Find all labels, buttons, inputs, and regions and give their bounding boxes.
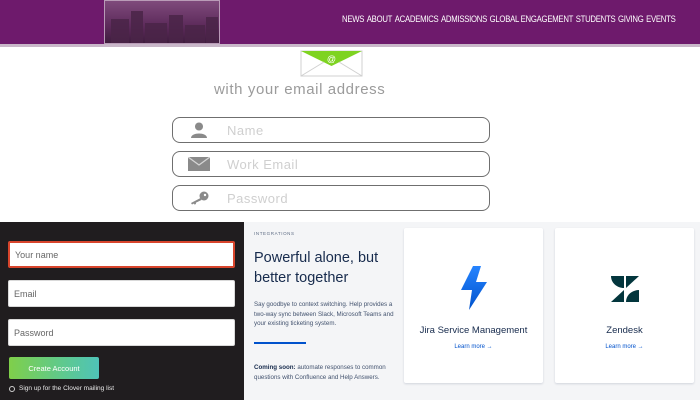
nav-item-admissions[interactable]: ADMISSIONS	[441, 14, 487, 24]
integrations-headline: Powerful alone, but better together	[254, 250, 379, 286]
name-input[interactable]	[225, 121, 469, 139]
integrations-description: Say goodbye to context switching. Help p…	[254, 301, 394, 327]
learn-more-link[interactable]: Learn more →	[555, 344, 694, 350]
email-input[interactable]	[8, 280, 235, 307]
accent-divider	[254, 342, 306, 344]
card-title: Jira Service Management	[419, 325, 528, 336]
key-icon	[188, 190, 210, 206]
svg-text:@: @	[327, 54, 336, 64]
create-account-button[interactable]: Create Account	[9, 357, 99, 379]
main-nav: NEWS ABOUT ACADEMICS ADMISSIONS GLOBAL E…	[342, 14, 676, 24]
name-field[interactable]	[172, 117, 490, 143]
envelope-icon	[188, 156, 210, 172]
password-field[interactable]	[172, 185, 490, 211]
email-tagline: with your email address	[214, 81, 386, 98]
dark-password-input[interactable]	[8, 319, 235, 346]
user-icon	[188, 122, 210, 138]
mailing-list-option[interactable]: Sign up for the Clover mailing list	[9, 385, 114, 392]
nav-item-news[interactable]: NEWS	[342, 14, 364, 24]
mailing-list-label: Sign up for the Clover mailing list	[19, 385, 115, 392]
nav-item-events[interactable]: EVENTS	[646, 14, 676, 24]
nav-item-giving[interactable]: GIVING	[618, 14, 644, 24]
nav-item-academics[interactable]: ACADEMICS	[395, 14, 439, 24]
jira-service-management-card[interactable]: Jira Service Management Learn more →	[404, 228, 543, 383]
nav-item-global-engagement[interactable]: GLOBAL ENGAGEMENT	[490, 14, 574, 24]
integrations-overline: INTEGRATIONS	[254, 231, 295, 236]
mailing-list-radio[interactable]	[9, 385, 15, 392]
nav-item-students[interactable]: STUDENTS	[576, 14, 616, 24]
nav-item-about[interactable]: ABOUT	[367, 14, 393, 24]
bolt-icon	[460, 266, 487, 310]
password-input[interactable]	[225, 189, 469, 207]
zendesk-card[interactable]: Zendesk Learn more →	[555, 228, 694, 383]
top-nav-bar: NEWS ABOUT ACADEMICS ADMISSIONS GLOBAL E…	[0, 0, 700, 47]
zendesk-icon	[610, 276, 639, 302]
work-email-input[interactable]	[225, 155, 469, 173]
email-at-icon: @	[300, 50, 363, 77]
your-name-input[interactable]	[8, 241, 235, 268]
campus-banner-image	[104, 0, 220, 44]
card-title: Zendesk	[606, 325, 643, 336]
coming-soon-label: Coming soon:	[254, 364, 296, 371]
coming-soon-text: Coming soon: automate responses to commo…	[254, 363, 394, 382]
work-email-field[interactable]	[172, 151, 490, 177]
learn-more-link[interactable]: Learn more →	[404, 344, 543, 350]
